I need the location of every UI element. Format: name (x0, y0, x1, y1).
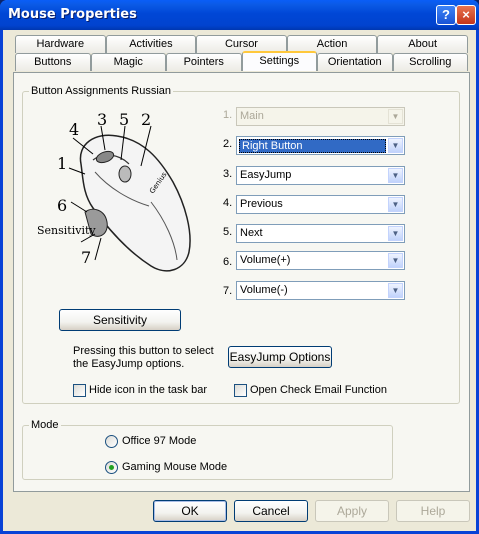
assignment-select-3[interactable]: EasyJump ▼ (236, 166, 405, 185)
assignment-num-2: 2. (223, 138, 233, 150)
assignment-select-2[interactable]: Right Button ▼ (236, 136, 405, 155)
assignment-num-7: 7. (223, 285, 233, 297)
assignment-num-4: 4. (223, 197, 233, 209)
tab-buttons[interactable]: Buttons (15, 53, 91, 71)
check-email-checkbox[interactable] (234, 384, 247, 397)
assignment-select-1: Main ▼ (236, 107, 405, 126)
tab-scrolling[interactable]: Scrolling (392, 53, 468, 71)
office97-mode-label[interactable]: Office 97 Mode (122, 435, 196, 447)
settings-panel: Button Assignments Russian Genius 4 3 5 … (13, 72, 470, 492)
mouse-body (79, 134, 191, 272)
sensitivity-button[interactable]: Sensitivity (59, 309, 181, 331)
assignment-num-3: 3. (223, 168, 233, 180)
tab-activities[interactable]: Activities (105, 35, 197, 53)
assignment-select-4[interactable]: Previous ▼ (236, 195, 405, 214)
diagram-label-3: 3 (97, 110, 108, 129)
help-icon[interactable]: ? (436, 5, 456, 25)
ok-button[interactable]: OK (153, 500, 227, 522)
diagram-label-6: 6 (57, 196, 68, 215)
hide-icon-label[interactable]: Hide icon in the task bar (89, 384, 207, 396)
assignment-num-6: 6. (223, 256, 233, 268)
tab-row-2: Buttons Magic Pointers Settings Orientat… (15, 51, 468, 71)
help-button: Help (396, 500, 470, 522)
tab-magic[interactable]: Magic (90, 53, 166, 71)
diagram-label-2: 2 (141, 110, 152, 129)
office97-mode-radio[interactable] (105, 435, 118, 448)
mode-title: Mode (29, 419, 61, 431)
button-assignments-group: Button Assignments Russian Genius 4 3 5 … (22, 85, 460, 404)
chevron-down-icon[interactable]: ▼ (388, 253, 403, 268)
gaming-mode-radio[interactable] (105, 461, 118, 474)
cancel-button[interactable]: Cancel (234, 500, 308, 522)
chevron-down-icon: ▼ (388, 109, 403, 124)
assignment-select-5[interactable]: Next ▼ (236, 224, 405, 243)
radio-dot-icon (109, 465, 114, 470)
mode-group: Mode Office 97 Mode Gaming Mouse Mode (22, 419, 393, 480)
chevron-down-icon[interactable]: ▼ (388, 283, 403, 298)
assignment-num-5: 5. (223, 226, 233, 238)
tab-settings[interactable]: Settings (241, 51, 317, 71)
tab-pointers[interactable]: Pointers (166, 53, 242, 71)
tab-hardware[interactable]: Hardware (15, 35, 106, 53)
diagram-label-5: 5 (119, 110, 130, 129)
diagram-label-7: 7 (81, 248, 92, 267)
assignment-select-6[interactable]: Volume(+) ▼ (236, 251, 405, 270)
title-bar[interactable]: Mouse Properties ? × (0, 0, 479, 30)
easyjump-hint: Pressing this button to select the EasyJ… (73, 345, 214, 370)
chevron-down-icon[interactable]: ▼ (388, 138, 403, 153)
diagram-label-1: 1 (57, 154, 68, 173)
window-title: Mouse Properties (8, 7, 137, 22)
mouse-diagram: Genius (68, 125, 191, 272)
gaming-mode-label[interactable]: Gaming Mouse Mode (122, 461, 227, 473)
tab-about[interactable]: About (377, 35, 468, 53)
diagram-label-sensitivity: Sensitivity (37, 224, 96, 237)
apply-button: Apply (315, 500, 389, 522)
chevron-down-icon[interactable]: ▼ (388, 168, 403, 183)
button-assignments-title: Button Assignments Russian (29, 85, 174, 97)
diagram-label-4: 4 (69, 120, 80, 139)
assignment-select-7[interactable]: Volume(-) ▼ (236, 281, 405, 300)
tab-row-1: Hardware Activities Cursor Action About (15, 35, 468, 53)
check-email-label[interactable]: Open Check Email Function (250, 384, 387, 396)
chevron-down-icon[interactable]: ▼ (388, 226, 403, 241)
easyjump-button (118, 165, 132, 183)
easyjump-options-button[interactable]: EasyJump Options (228, 346, 332, 368)
hide-icon-checkbox[interactable] (73, 384, 86, 397)
close-icon[interactable]: × (456, 5, 476, 25)
assignment-num-1: 1. (223, 109, 233, 121)
chevron-down-icon[interactable]: ▼ (388, 197, 403, 212)
mouse-properties-window: Mouse Properties ? × Hardware Activities… (0, 0, 479, 534)
tab-orientation[interactable]: Orientation (317, 53, 393, 71)
